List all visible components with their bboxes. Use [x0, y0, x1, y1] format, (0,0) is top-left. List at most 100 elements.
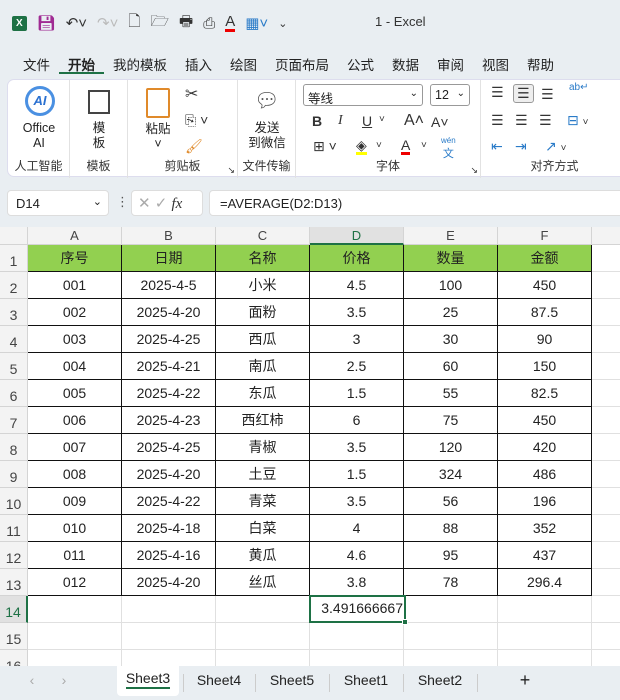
save-icon[interactable]: 💾︎ — [37, 14, 56, 32]
fill-handle[interactable] — [402, 619, 408, 625]
wrap-text-icon[interactable]: ab↵ — [569, 82, 589, 93]
cell[interactable]: 005 — [28, 380, 122, 407]
more-options-icon[interactable]: ⋮ — [116, 194, 129, 210]
menu-tab-3[interactable]: 插入 — [176, 54, 221, 74]
cell[interactable]: 296.4 — [498, 569, 592, 596]
cell[interactable]: 1.5 — [310, 380, 404, 407]
header-cell[interactable]: 价格 — [310, 245, 404, 272]
cell[interactable] — [122, 650, 216, 666]
cell[interactable] — [592, 272, 620, 299]
row-header-6[interactable]: 6 — [0, 380, 28, 407]
format-painter-icon[interactable]: 🖌︎ — [185, 138, 203, 155]
header-cell[interactable]: 数量 — [404, 245, 498, 272]
cell[interactable] — [592, 299, 620, 326]
row-header-8[interactable]: 8 — [0, 434, 28, 461]
menu-tab-4[interactable]: 绘图 — [221, 54, 266, 74]
cell[interactable]: 西红柿 — [216, 407, 310, 434]
font-color-icon[interactable]: A — [225, 14, 236, 32]
font-size-select[interactable]: 12 ⌄ — [430, 84, 470, 106]
cell[interactable] — [216, 650, 310, 666]
cell[interactable]: 420 — [498, 434, 592, 461]
cell[interactable]: 2025-4-23 — [122, 407, 216, 434]
column-header-C[interactable]: C — [216, 227, 310, 245]
cell[interactable] — [592, 515, 620, 542]
name-box[interactable]: D14 ⌄ — [7, 190, 109, 216]
column-header-E[interactable]: E — [404, 227, 498, 245]
worksheet-grid[interactable]: A B C D E F 1 2 3 4 5 6 7 8 9 10 11 12 13 14 15 16 序号 日期 名称 价格 数量金… — [0, 227, 620, 666]
cell[interactable]: 2025-4-20 — [122, 569, 216, 596]
scroll-left-icon[interactable]: ‹ — [22, 670, 42, 694]
cell[interactable]: 3.8 — [310, 569, 404, 596]
bold-button[interactable]: B — [312, 113, 322, 129]
menu-tab-2[interactable]: 我的模板 — [104, 54, 176, 74]
cell[interactable] — [28, 650, 122, 666]
cell[interactable] — [404, 650, 498, 666]
column-header-B[interactable]: B — [122, 227, 216, 245]
decrease-indent-icon[interactable]: ⇤ — [491, 138, 503, 155]
fill-color-icon[interactable]: ◈ — [356, 138, 367, 155]
header-cell[interactable] — [592, 245, 620, 272]
cell[interactable]: 25 — [404, 299, 498, 326]
sheet-tab-sheet4[interactable]: Sheet4 — [187, 670, 251, 694]
cell[interactable]: 2.5 — [310, 353, 404, 380]
italic-button[interactable]: I — [338, 113, 343, 129]
cell[interactable]: 4 — [310, 515, 404, 542]
header-cell[interactable]: 序号 — [28, 245, 122, 272]
sheet-tab-sheet3[interactable]: Sheet3 — [117, 666, 179, 696]
header-cell[interactable]: 日期 — [122, 245, 216, 272]
align-middle-icon[interactable]: ☰ — [513, 84, 534, 103]
row-header-12[interactable]: 12 — [0, 542, 28, 569]
cell[interactable] — [592, 542, 620, 569]
cell[interactable] — [592, 407, 620, 434]
send-to-wechat-button[interactable]: 发送 到微信 — [238, 121, 296, 151]
cell[interactable]: 78 — [404, 569, 498, 596]
underline-dropdown-icon[interactable]: ˅ — [379, 114, 385, 125]
print-preview-icon[interactable]: 🖶 — [179, 11, 193, 36]
cell[interactable]: 东瓜 — [216, 380, 310, 407]
align-left-icon[interactable]: ☰ — [491, 112, 504, 129]
undo-icon[interactable]: ↶˅ — [66, 14, 87, 32]
font-name-select[interactable]: 等线 ⌄ — [303, 84, 423, 106]
cell[interactable]: 黄瓜 — [216, 542, 310, 569]
cell[interactable]: 90 — [498, 326, 592, 353]
cell[interactable] — [122, 596, 216, 623]
cell[interactable]: 3 — [310, 326, 404, 353]
cell[interactable] — [592, 623, 620, 650]
cell[interactable] — [310, 623, 404, 650]
cell[interactable] — [216, 623, 310, 650]
print-icon[interactable]: ⎙ — [203, 15, 215, 32]
row-header-16[interactable]: 16 — [0, 650, 28, 666]
cell[interactable] — [592, 353, 620, 380]
cell[interactable]: 100 — [404, 272, 498, 299]
cell[interactable]: 4.6 — [310, 542, 404, 569]
align-center-icon[interactable]: ☰ — [515, 112, 528, 129]
merge-center-icon[interactable]: ⊟ ˅ — [567, 112, 588, 129]
redo-icon[interactable]: ↷˅ — [97, 14, 118, 32]
cell[interactable]: 3.5 — [310, 488, 404, 515]
cell[interactable] — [592, 380, 620, 407]
align-top-icon[interactable]: ☰ — [491, 84, 504, 101]
sheet-tab-sheet1[interactable]: Sheet1 — [333, 670, 399, 694]
cell[interactable]: 小米 — [216, 272, 310, 299]
cell[interactable]: 30 — [404, 326, 498, 353]
cell[interactable]: 面粉 — [216, 299, 310, 326]
copy-icon[interactable]: ⎘ ˅ — [185, 112, 208, 129]
cell[interactable] — [28, 596, 122, 623]
cell[interactable]: 白菜 — [216, 515, 310, 542]
cancel-icon[interactable]: ✕ — [138, 195, 151, 212]
cell[interactable]: 2025-4-22 — [122, 380, 216, 407]
menu-tab-8[interactable]: 审阅 — [428, 54, 473, 74]
cell[interactable] — [28, 623, 122, 650]
dialog-launcher-icon[interactable]: ↘ — [470, 165, 478, 176]
row-header-3[interactable]: 3 — [0, 299, 28, 326]
wechat-icon[interactable]: 💬︎ — [254, 88, 279, 113]
cell[interactable]: 西瓜 — [216, 326, 310, 353]
cell[interactable]: 2025-4-20 — [122, 299, 216, 326]
cell[interactable]: 196 — [498, 488, 592, 515]
cell[interactable]: 82.5 — [498, 380, 592, 407]
increase-indent-icon[interactable]: ⇥ — [515, 138, 527, 155]
font-color-dropdown-icon[interactable]: ˅ — [421, 140, 427, 151]
cell[interactable]: 004 — [28, 353, 122, 380]
cell[interactable]: 006 — [28, 407, 122, 434]
cell[interactable]: 007 — [28, 434, 122, 461]
